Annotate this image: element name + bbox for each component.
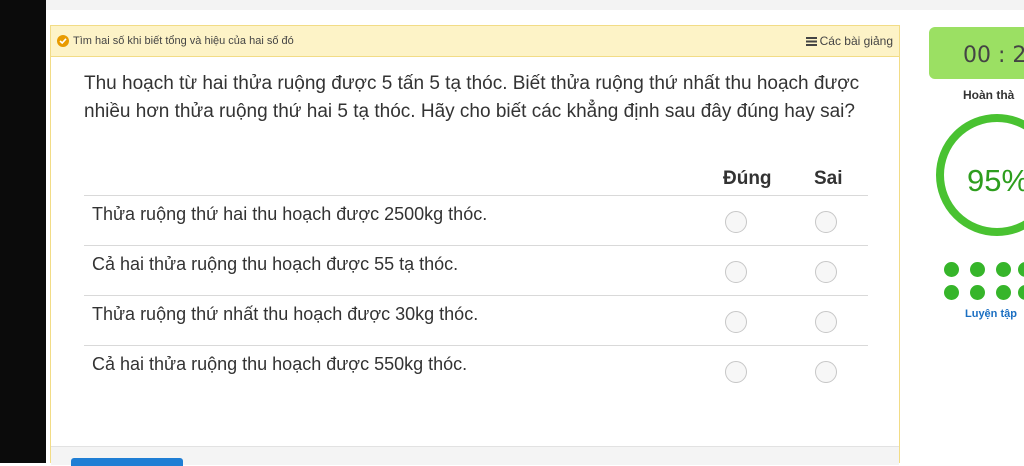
submit-button[interactable] [71,458,183,466]
practice-dot[interactable] [1018,262,1024,277]
column-header-true: Đúng [723,168,772,189]
practice-label[interactable]: Luyện tập [965,308,1017,320]
practice-dot[interactable] [996,262,1011,277]
radio-true[interactable] [725,361,747,383]
column-header-false: Sai [814,168,843,189]
radio-true[interactable] [725,211,747,233]
progress-percent: 95% [967,163,1024,198]
timer: 00 : 2 [929,27,1024,79]
question-text: Thu hoạch từ hai thửa ruộng được 5 tấn 5… [84,73,860,122]
statement-row: Thửa ruộng thứ nhất thu hoạch được 30kg … [84,295,868,345]
practice-dot[interactable] [1018,285,1024,300]
practice-dot[interactable] [996,285,1011,300]
completion-label: Hoàn thà [963,88,1015,102]
radio-true[interactable] [725,261,747,283]
topic-title-text: Tìm hai số khi biết tổng và hiệu của hai… [73,35,294,47]
menu-icon [805,36,817,46]
statement-row: Thửa ruộng thứ hai thu hoạch được 2500kg… [84,195,868,245]
statement-text: Cả hai thửa ruộng thu hoạch được 55 tạ t… [92,254,459,274]
statement-row: Cả hai thửa ruộng thu hoạch được 55 tạ t… [84,245,868,295]
statement-text: Thửa ruộng thứ hai thu hoạch được 2500kg… [92,204,488,224]
topic-title[interactable]: Tìm hai số khi biết tổng và hiệu của hai… [57,35,294,47]
lessons-link-text: Các bài giảng [819,34,893,48]
practice-dot[interactable] [944,285,959,300]
statement-row: Cả hai thửa ruộng thu hoạch được 550kg t… [84,345,868,395]
lessons-link[interactable]: Các bài giảng [805,34,893,48]
statement-text: Thửa ruộng thứ nhất thu hoạch được 30kg … [92,304,479,324]
practice-dot[interactable] [970,285,985,300]
radio-false[interactable] [815,311,837,333]
screen-bezel [0,0,46,463]
radio-false[interactable] [815,261,837,283]
card-header: Tìm hai số khi biết tổng và hiệu của hai… [51,26,899,57]
top-strip [46,0,1024,10]
practice-dot[interactable] [944,262,959,277]
practice-dot[interactable] [970,262,985,277]
question-card: Tìm hai số khi biết tổng và hiệu của hai… [50,25,900,466]
radio-true[interactable] [725,311,747,333]
statement-text: Cả hai thửa ruộng thu hoạch được 550kg t… [92,354,468,374]
card-footer [51,446,899,466]
check-circle-icon [57,35,69,47]
radio-false[interactable] [815,361,837,383]
radio-false[interactable] [815,211,837,233]
